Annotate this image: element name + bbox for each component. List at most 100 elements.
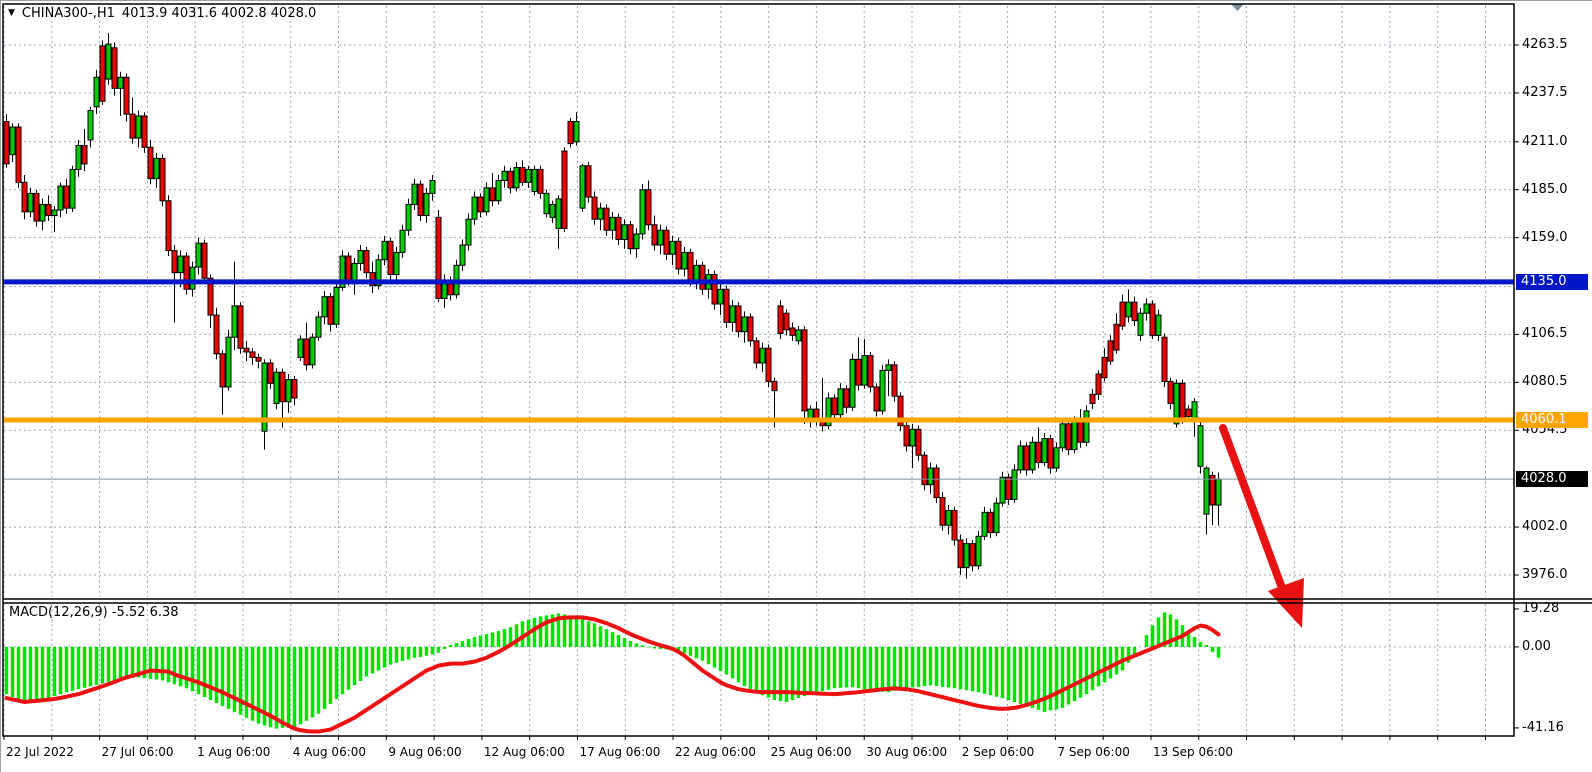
candle [838, 389, 843, 415]
trading-chart-window: ▼ CHINA300-,H1 4013.9 4031.6 4002.8 4028… [0, 0, 1592, 772]
candle [1090, 394, 1095, 403]
price-axis-label: 4237.5 [1522, 85, 1568, 100]
candle [1168, 381, 1173, 403]
candle [526, 169, 531, 182]
candle [76, 145, 81, 169]
candle [910, 429, 915, 446]
annotations-layer [1223, 4, 1304, 628]
candle [16, 127, 21, 182]
candle [922, 455, 927, 484]
candle [664, 230, 669, 254]
candle [466, 219, 471, 245]
time-axis-label: 25 Aug 06:00 [771, 745, 852, 759]
symbol-dropdown-icon[interactable]: ▼ [8, 7, 15, 20]
candle [1156, 315, 1161, 335]
candle [52, 210, 57, 216]
candle [154, 158, 159, 178]
candle [112, 48, 117, 89]
candle [934, 468, 939, 497]
candle [358, 251, 363, 264]
candle [1030, 442, 1035, 470]
candle [946, 510, 951, 525]
time-axis-label: 7 Sep 06:00 [1057, 745, 1129, 759]
candle [682, 252, 687, 269]
candle [760, 348, 765, 363]
candle [142, 116, 147, 147]
candle [532, 169, 537, 191]
candle [40, 204, 45, 221]
candle [100, 46, 105, 101]
candle [814, 409, 819, 418]
candle [1012, 470, 1017, 499]
candle [772, 381, 777, 390]
candle [940, 498, 945, 526]
candle [916, 429, 921, 455]
candle [328, 297, 333, 325]
candle [778, 306, 783, 334]
candle [1018, 446, 1023, 470]
candle [496, 180, 501, 200]
candle [160, 158, 165, 200]
candle [964, 544, 969, 568]
candle [1144, 304, 1149, 313]
candle [856, 359, 861, 385]
candle [106, 44, 111, 79]
candle [988, 512, 993, 532]
candle [226, 337, 231, 387]
candle [478, 197, 483, 212]
candle [424, 193, 429, 215]
candle [574, 122, 579, 142]
candle [688, 252, 693, 280]
candle [1180, 383, 1185, 418]
chart-shift-marker[interactable] [1231, 4, 1244, 11]
candle [982, 512, 987, 536]
candle [502, 171, 507, 180]
time-axis-label: 22 Aug 06:00 [675, 745, 756, 759]
candle [1066, 424, 1071, 450]
candle [406, 204, 411, 230]
candle [220, 354, 225, 387]
candle [472, 197, 477, 219]
candle [724, 289, 729, 322]
time-axis-label: 12 Aug 06:00 [484, 745, 565, 759]
candle [892, 365, 897, 396]
candle [880, 370, 885, 411]
candle [646, 190, 651, 225]
candle [64, 186, 69, 208]
candle [94, 77, 99, 106]
candle [292, 380, 297, 398]
candle [1048, 439, 1053, 468]
price-axis-label: 4106.5 [1522, 326, 1568, 341]
candle [436, 217, 441, 298]
candle [1162, 337, 1167, 381]
candle [640, 190, 645, 234]
candle [190, 267, 195, 289]
candle [382, 241, 387, 259]
candle [832, 398, 837, 415]
candle [928, 468, 933, 485]
candle [58, 186, 63, 210]
candle [754, 341, 759, 363]
price-axis-label: 3976.0 [1522, 567, 1568, 582]
candle [202, 243, 207, 278]
candle [1108, 341, 1113, 361]
indicator-label: MACD(12,26,9) -5.52 6.38 [9, 605, 179, 620]
candle [544, 193, 549, 213]
candle [676, 241, 681, 269]
candles-layer [4, 33, 1221, 579]
time-axis-label: 4 Aug 06:00 [293, 745, 366, 759]
candle [256, 357, 261, 361]
macd-axis-label: 19.28 [1522, 601, 1559, 616]
candle [148, 147, 153, 178]
candle [958, 540, 963, 568]
time-axis-label: 27 Jul 06:00 [102, 745, 174, 759]
candle [88, 110, 93, 139]
candle [1042, 439, 1047, 463]
candle [34, 193, 39, 221]
candle [490, 188, 495, 201]
candle [70, 169, 75, 208]
candle [730, 306, 735, 323]
candle [304, 339, 309, 365]
trend-arrow[interactable] [1223, 428, 1282, 588]
candlestick-chart[interactable] [1, 1, 1592, 772]
